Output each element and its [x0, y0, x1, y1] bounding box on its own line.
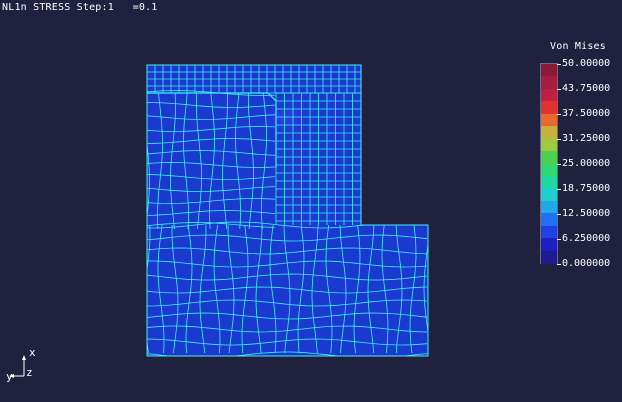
legend-value-label: 0.000000	[562, 258, 611, 269]
legend-title: Von Mises	[550, 41, 606, 52]
legend-band	[541, 163, 557, 177]
legend-band	[541, 101, 557, 115]
legend-value-label: 43.75000	[562, 83, 611, 94]
legend-band	[541, 200, 557, 214]
legend-tick	[557, 64, 561, 65]
legend-band	[541, 113, 557, 127]
legend-tick	[557, 164, 561, 165]
legend-value-label: 50.00000	[562, 58, 611, 69]
legend-tick	[557, 114, 561, 115]
legend-band	[541, 126, 557, 140]
axis-triad: x y z	[6, 346, 36, 383]
legend-band	[541, 138, 557, 152]
legend-value-label: 25.00000	[562, 158, 611, 169]
legend-value-label: 12.50000	[562, 208, 611, 219]
legend-band	[541, 151, 557, 165]
legend-value-label: 6.250000	[562, 233, 611, 244]
legend-value-label: 37.50000	[562, 108, 611, 119]
legend-value-label: 31.25000	[562, 133, 611, 144]
fe-mesh-plot[interactable]	[0, 0, 622, 402]
legend-tick	[557, 189, 561, 190]
legend-band	[541, 213, 557, 227]
legend-band	[541, 238, 557, 252]
triad-x-label: x	[29, 346, 36, 359]
legend-tick	[557, 89, 561, 90]
legend-tick	[557, 139, 561, 140]
legend-value-label: 18.75000	[562, 183, 611, 194]
legend-band	[541, 250, 557, 264]
triad-z-label: z	[26, 366, 33, 379]
color-legend-bar	[540, 63, 558, 264]
legend-band	[541, 76, 557, 90]
stress-hotspot-lower	[294, 213, 330, 237]
legend-band	[541, 188, 557, 202]
legend-band	[541, 175, 557, 189]
legend-band	[541, 225, 557, 239]
graphics-viewport[interactable]: NL1n STRESS Step:1 =0.1 Von Mises 50.000…	[0, 0, 622, 402]
legend-tick	[557, 214, 561, 215]
legend-tick	[557, 264, 561, 265]
triad-y-label: y	[6, 370, 13, 383]
legend-band	[541, 88, 557, 102]
legend-tick	[557, 239, 561, 240]
legend-band	[541, 64, 557, 78]
